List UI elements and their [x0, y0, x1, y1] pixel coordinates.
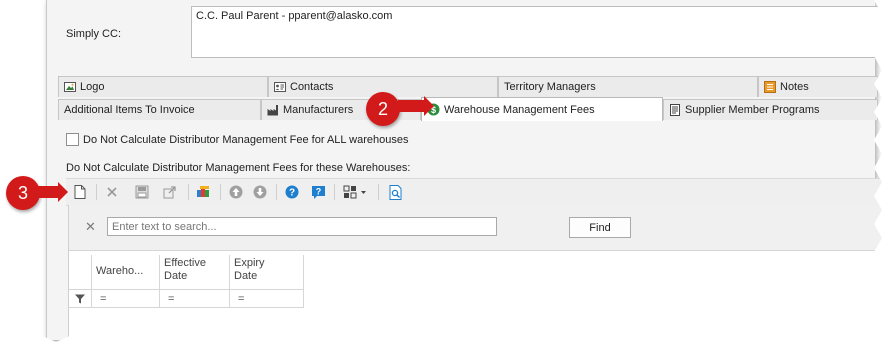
notes-icon [764, 81, 776, 93]
column-header-expiry-line1: Expiry [234, 257, 265, 269]
tab-additional-items[interactable]: Additional Items To Invoice [58, 99, 261, 120]
save-layout-icon[interactable] [134, 184, 150, 200]
tab-supplier-member-programs[interactable]: Supplier Member Programs [663, 99, 878, 120]
tab-warehouse-management-fees-label: Warehouse Management Fees [444, 103, 595, 116]
print-preview-icon[interactable] [388, 184, 404, 200]
tab-manufacturers-label: Manufacturers [283, 104, 354, 116]
callout-3: 3 [6, 176, 40, 210]
layout-dropdown-icon[interactable] [342, 184, 368, 200]
grid-toolbar: ? ? [66, 178, 886, 206]
simply-cc-field[interactable]: C.C. Paul Parent - pparent@alasko.com [191, 6, 883, 58]
column-header-effective-line1: Effective [164, 257, 206, 269]
find-button[interactable]: Find [569, 217, 631, 238]
filter-cell-effective-date[interactable]: = [160, 290, 230, 307]
tab-territory-managers[interactable]: Territory Managers [498, 76, 758, 97]
svg-text:?: ? [315, 186, 321, 196]
column-header-expiry-line2: Date [234, 270, 258, 282]
filter-cell-warehouse[interactable]: = [92, 290, 160, 307]
help-icon[interactable]: ? [284, 184, 300, 200]
tab-logo-label: Logo [80, 81, 105, 93]
delete-icon[interactable] [104, 184, 120, 200]
callout-3-arrow [38, 182, 68, 202]
column-header-warehouse[interactable]: Wareho... [92, 255, 160, 289]
torn-edge [874, 0, 886, 349]
column-header-expiry-date[interactable]: Expiry Date [230, 255, 304, 289]
contact-card-icon [274, 81, 286, 93]
torn-bottom-edge [0, 336, 886, 349]
all-warehouses-option[interactable]: Do Not Calculate Distributor Management … [66, 133, 408, 146]
callout-2: 2 [366, 92, 400, 126]
simply-cc-label: Simply CC: [66, 28, 122, 40]
column-header-effective-date[interactable]: Effective Date [160, 255, 230, 289]
filter-cell-expiry-date[interactable]: = [230, 290, 304, 307]
simply-cc-value: C.C. Paul Parent - pparent@alasko.com [196, 10, 393, 22]
all-warehouses-checkbox[interactable] [66, 133, 79, 146]
search-panel: ✕ Find [69, 205, 886, 251]
tab-logo[interactable]: Logo [58, 76, 268, 97]
warehouse-grid: ✕ Find Wareho... Effective Date Expiry D… [68, 205, 886, 349]
image-icon [64, 81, 76, 93]
move-up-icon[interactable] [228, 184, 244, 200]
tab-contacts-label: Contacts [290, 81, 334, 93]
auto-filter-row: = = = [69, 289, 304, 308]
help-tooltip-icon[interactable]: ? [310, 184, 326, 200]
new-icon[interactable] [72, 184, 88, 200]
warehouses-section-label: Do Not Calculate Distributor Management … [66, 162, 411, 174]
document-icon [669, 104, 681, 116]
filter-icon [69, 290, 92, 307]
tab-territory-managers-label: Territory Managers [504, 81, 596, 93]
callout-2-arrow [398, 96, 434, 116]
clear-search-icon[interactable]: ✕ [85, 219, 96, 235]
row-selector-header [69, 255, 92, 289]
search-input[interactable] [107, 217, 497, 236]
color-theme-icon[interactable] [196, 184, 212, 200]
tab-notes-label: Notes [780, 81, 809, 93]
factory-icon [267, 104, 279, 116]
tab-additional-items-label: Additional Items To Invoice [64, 104, 195, 116]
move-down-icon[interactable] [252, 184, 268, 200]
column-header-warehouse-label: Wareho... [96, 265, 144, 277]
tab-supplier-member-programs-label: Supplier Member Programs [685, 104, 820, 116]
all-warehouses-checkbox-label: Do Not Calculate Distributor Management … [83, 133, 409, 146]
tab-warehouse-management-fees[interactable]: $ Warehouse Management Fees [421, 97, 663, 121]
column-header-effective-line2: Date [164, 270, 188, 282]
export-icon[interactable] [162, 184, 178, 200]
svg-text:?: ? [289, 188, 295, 199]
